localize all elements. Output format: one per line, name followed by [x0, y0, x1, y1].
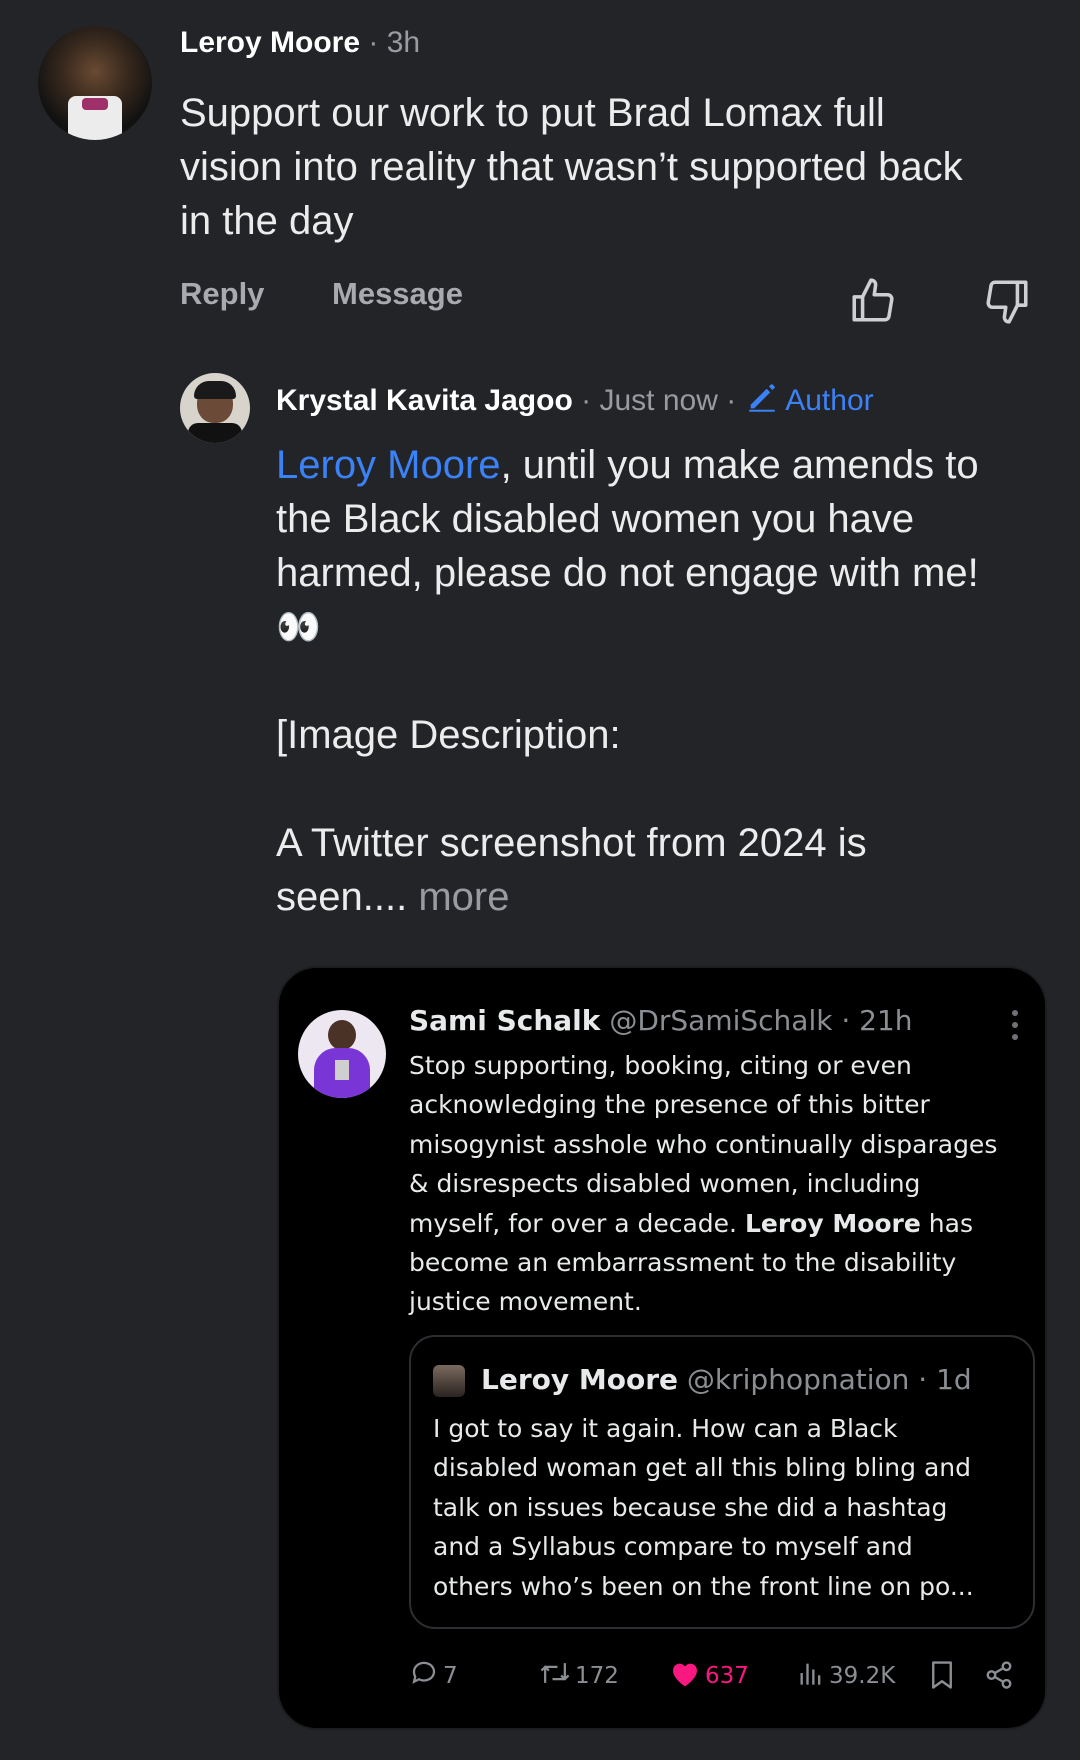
tweet-text-line: acknowledging the presence of this bitte… [409, 1090, 930, 1120]
author-badge: Author [785, 384, 874, 417]
tweet-text-line: & disrespects disabled women, including [409, 1169, 921, 1199]
comment-text-line: Support our work to put Brad Lomax full [180, 91, 885, 135]
thumbs-down-icon[interactable] [982, 276, 1032, 326]
avatar-krystal-kavita-jagoo[interactable] [180, 373, 250, 443]
more-options-icon [1012, 1008, 1020, 1042]
reply-time: Just now [599, 384, 718, 417]
heart-icon [669, 1658, 701, 1694]
reply-button[interactable]: Reply [180, 276, 264, 312]
meta-separator: · [368, 26, 379, 59]
tweet-author-name: Sami Schalk [409, 1004, 601, 1037]
tweet-text-segment: myself, for over a decade. [409, 1208, 745, 1238]
meta-separator: · [726, 384, 737, 417]
reply-text-segment: seen.... [276, 875, 408, 919]
reply-text-segment: , until you make amends to [500, 443, 979, 487]
bookmark-icon [929, 1660, 955, 1695]
meta-separator: · [581, 384, 592, 417]
tweet-text-line: misogynist asshole who continually dispa… [409, 1129, 998, 1159]
quoted-text-line: I got to say it again. How can a Black [433, 1414, 898, 1443]
tweet-text-line: become an embarrassment to the disabilit… [409, 1248, 957, 1278]
likes-stat: 637 [669, 1658, 749, 1694]
quoted-text-line: talk on issues because she did a hashtag [433, 1492, 948, 1522]
tweet-text: Stop supporting, booking, citing or even… [409, 1046, 997, 1322]
reply-author-name[interactable]: Krystal Kavita Jagoo [276, 384, 573, 417]
comment-header: Leroy Moore · 3h [180, 26, 420, 60]
meta-separator: · [918, 1363, 928, 1396]
reply-header: Krystal Kavita Jagoo · Just now · Author [276, 380, 874, 418]
share-icon [984, 1660, 1014, 1695]
tweet-handle: @DrSamiSchalk [609, 1004, 833, 1037]
quoted-text-line: disabled woman get all this bling bling … [433, 1453, 971, 1483]
tweet-text-line: justice movement. [409, 1287, 642, 1317]
reply-text: Leroy Moore, until you make amends to th… [276, 438, 1066, 924]
retweet-icon [539, 1658, 571, 1694]
image-description-heading: [Image Description: [276, 713, 621, 757]
thumbs-up-icon[interactable] [848, 276, 898, 326]
quoted-header: Leroy Moore @kriphopnation · 1d [481, 1363, 972, 1396]
avatar-sami-schalk [298, 1010, 386, 1098]
replies-stat: 7 [409, 1658, 458, 1694]
quoted-text-line: others who’s been on the front line on p… [433, 1571, 974, 1601]
comment-text-line: vision into reality that wasn’t supporte… [180, 145, 963, 189]
quoted-author-name: Leroy Moore [481, 1363, 679, 1396]
avatar-leroy-moore[interactable] [38, 26, 152, 140]
replies-count: 7 [443, 1663, 458, 1689]
tweet-time: 21h [859, 1004, 913, 1037]
quoted-text-line: and a Syllabus compare to myself and [433, 1532, 913, 1562]
views-stat: 39.2K [797, 1658, 895, 1694]
comment-author-name[interactable]: Leroy Moore [180, 26, 360, 59]
comment-time: 3h [386, 26, 421, 59]
meta-separator: · [841, 1004, 851, 1037]
reply-text-line: harmed, please do not engage with me! [276, 551, 979, 595]
comment-text: Support our work to put Brad Lomax full … [180, 86, 1060, 248]
quoted-handle: @kriphopnation [686, 1363, 910, 1396]
quoted-time: 1d [936, 1363, 972, 1396]
views-bar-icon [797, 1658, 825, 1694]
likes-count: 637 [705, 1663, 749, 1689]
retweets-stat: 172 [539, 1658, 619, 1694]
reply-text-line: A Twitter screenshot from 2024 is [276, 821, 867, 865]
views-count: 39.2K [829, 1663, 896, 1689]
reply-text-line: the Black disabled women you have [276, 497, 915, 541]
message-button[interactable]: Message [332, 276, 463, 312]
eyes-emoji: 👀 [276, 606, 321, 647]
reply-bubble-icon [409, 1658, 439, 1694]
tweet-text-line: Stop supporting, booking, citing or even [409, 1051, 912, 1080]
tweet-screenshot[interactable]: Sami Schalk @DrSamiSchalk · 21h Stop sup… [277, 966, 1047, 1730]
tweet-text-segment: has [920, 1208, 973, 1238]
quoted-tweet: Leroy Moore @kriphopnation · 1d I got to… [409, 1335, 1035, 1629]
retweets-count: 172 [575, 1663, 619, 1689]
more-link[interactable]: more [418, 875, 509, 919]
tweet-header: Sami Schalk @DrSamiSchalk · 21h [409, 1004, 913, 1037]
quoted-text: I got to say it again. How can a Black d… [433, 1409, 974, 1606]
pencil-icon [745, 380, 779, 414]
mention-link[interactable]: Leroy Moore [276, 443, 501, 487]
tweet-mention: Leroy Moore [744, 1208, 921, 1238]
avatar-leroy-moore-small [433, 1365, 465, 1397]
comment-text-line: in the day [180, 199, 354, 243]
